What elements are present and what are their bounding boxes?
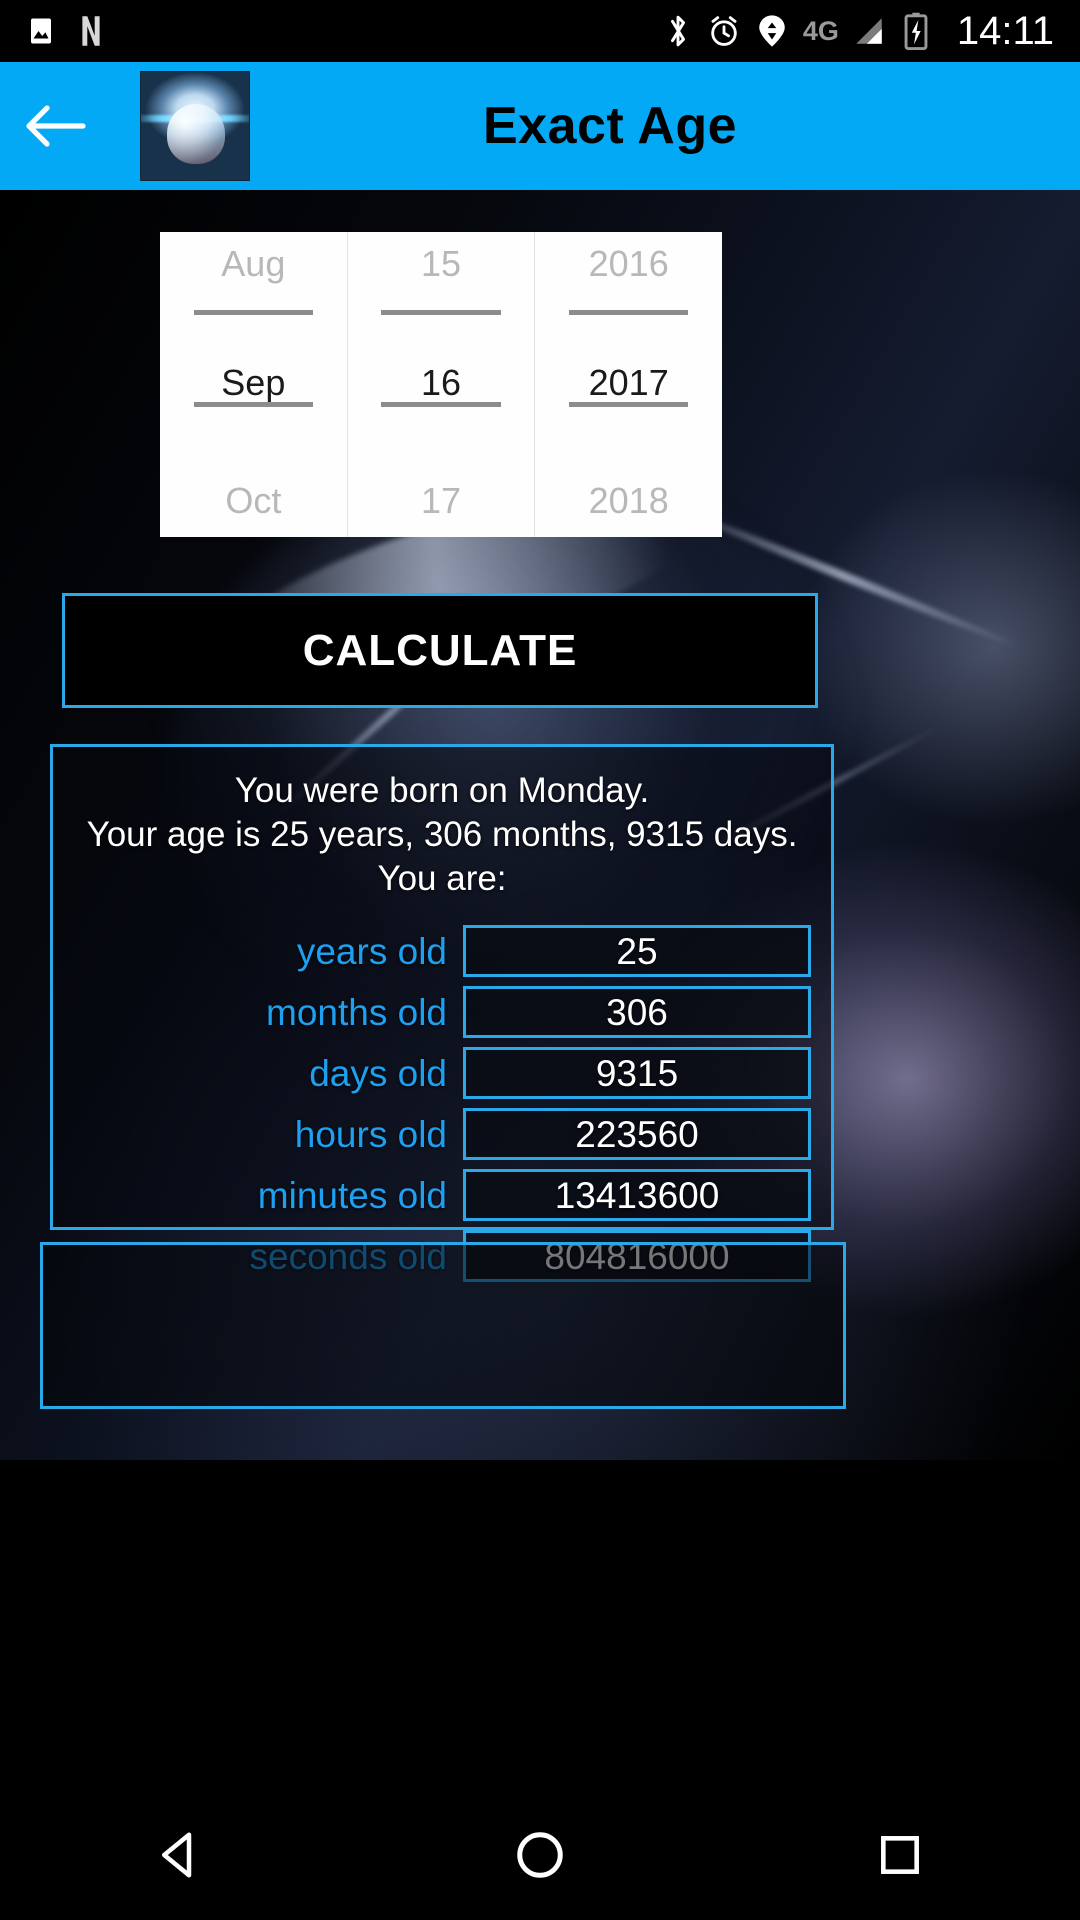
phone-screen: 4G 14:11 Exact Age Aug Sep Oct 15 16 17 …: [0, 0, 1080, 1920]
years-old-field[interactable]: 25: [463, 925, 811, 977]
you-are-text: You are:: [377, 859, 507, 898]
year-next-value[interactable]: 2018: [535, 483, 722, 519]
result-row-hours: hours old 223560: [73, 1108, 811, 1160]
battery-charging-icon: [903, 12, 929, 50]
months-old-value: 306: [606, 991, 668, 1033]
year-selection-line-top: [568, 310, 689, 315]
day-previous-value[interactable]: 15: [348, 246, 535, 282]
hours-old-label: hours old: [294, 1113, 447, 1155]
hours-old-field[interactable]: 223560: [463, 1108, 811, 1160]
hours-old-value: 223560: [575, 1113, 699, 1155]
month-next-value[interactable]: Oct: [160, 483, 347, 519]
result-row-months: months old 306: [73, 986, 811, 1038]
minutes-old-field[interactable]: 13413600: [463, 1169, 811, 1221]
result-row-minutes: minutes old 13413600: [73, 1169, 811, 1221]
triangle-back-icon: [162, 1832, 192, 1878]
year-previous-value[interactable]: 2016: [535, 246, 722, 282]
result-row-years: years old 25: [73, 925, 811, 977]
nav-back-button[interactable]: [105, 1790, 255, 1920]
ad-placeholder-box[interactable]: [40, 1242, 846, 1409]
days-old-value: 9315: [595, 1052, 679, 1094]
bluetooth-icon: [665, 13, 691, 49]
result-rows: years old 25 months old 306 days old 931…: [73, 925, 811, 1282]
year-selection-line-bottom: [568, 402, 689, 407]
days-old-field[interactable]: 9315: [463, 1047, 811, 1099]
nav-recents-button[interactable]: [825, 1790, 975, 1920]
years-old-label: years old: [296, 930, 447, 972]
years-old-value: 25: [616, 930, 658, 972]
back-button[interactable]: [0, 62, 110, 190]
status-bar: 4G 14:11: [0, 0, 1080, 62]
minutes-old-value: 13413600: [554, 1174, 720, 1216]
year-selected-value[interactable]: 2017: [535, 364, 722, 401]
month-selection-line-bottom: [193, 402, 314, 407]
navigation-bar: [0, 1790, 1080, 1920]
alarm-icon: [707, 14, 741, 48]
status-bar-notifications: [26, 15, 106, 47]
date-picker-month-column[interactable]: Aug Sep Oct: [160, 232, 347, 537]
network-type-label: 4G: [802, 15, 839, 46]
month-selection-line-top: [193, 310, 314, 315]
date-picker-day-column[interactable]: 15 16 17: [346, 232, 535, 537]
square-recents-icon: [881, 1836, 919, 1874]
calculate-button-label: CALCULATE: [302, 625, 578, 675]
day-selected-value[interactable]: 16: [348, 364, 535, 401]
date-picker[interactable]: Aug Sep Oct 15 16 17 2016 2017 2018: [160, 232, 722, 537]
date-picker-year-column[interactable]: 2016 2017 2018: [534, 232, 722, 537]
status-bar-clock: 14:11: [956, 8, 1054, 53]
status-bar-system-icons: 4G 14:11: [665, 9, 1054, 54]
month-previous-value[interactable]: Aug: [160, 246, 347, 282]
born-day-text: You were born on Monday.: [234, 771, 650, 810]
page-title: Exact Age: [482, 97, 737, 155]
back-arrow-icon: [26, 105, 86, 147]
minutes-old-label: minutes old: [257, 1174, 447, 1216]
main-content: Aug Sep Oct 15 16 17 2016 2017 2018 CALC…: [0, 190, 1080, 1460]
result-row-days: days old 9315: [73, 1047, 811, 1099]
calculate-button[interactable]: CALCULATE: [62, 593, 818, 708]
app-bar: Exact Age: [0, 62, 1080, 190]
age-summary-text: Your age is 25 years, 306 months, 9315 d…: [86, 815, 798, 854]
image-icon: [26, 16, 56, 46]
day-selection-line-bottom: [381, 402, 501, 407]
days-old-label: days old: [309, 1052, 447, 1094]
app-logo-face-icon: [140, 71, 250, 181]
nav-home-button[interactable]: [465, 1790, 615, 1920]
location-icon: [757, 14, 787, 48]
day-next-value[interactable]: 17: [348, 483, 535, 519]
netflix-n-icon: [76, 15, 106, 47]
months-old-field[interactable]: 306: [463, 986, 811, 1038]
months-old-label: months old: [266, 991, 447, 1033]
result-panel: You were born on Monday. Your age is 25 …: [50, 744, 834, 1282]
day-selection-line-top: [381, 310, 501, 315]
signal-icon: [851, 14, 887, 48]
month-selected-value[interactable]: Sep: [160, 364, 347, 401]
circle-home-icon: [517, 1832, 563, 1878]
